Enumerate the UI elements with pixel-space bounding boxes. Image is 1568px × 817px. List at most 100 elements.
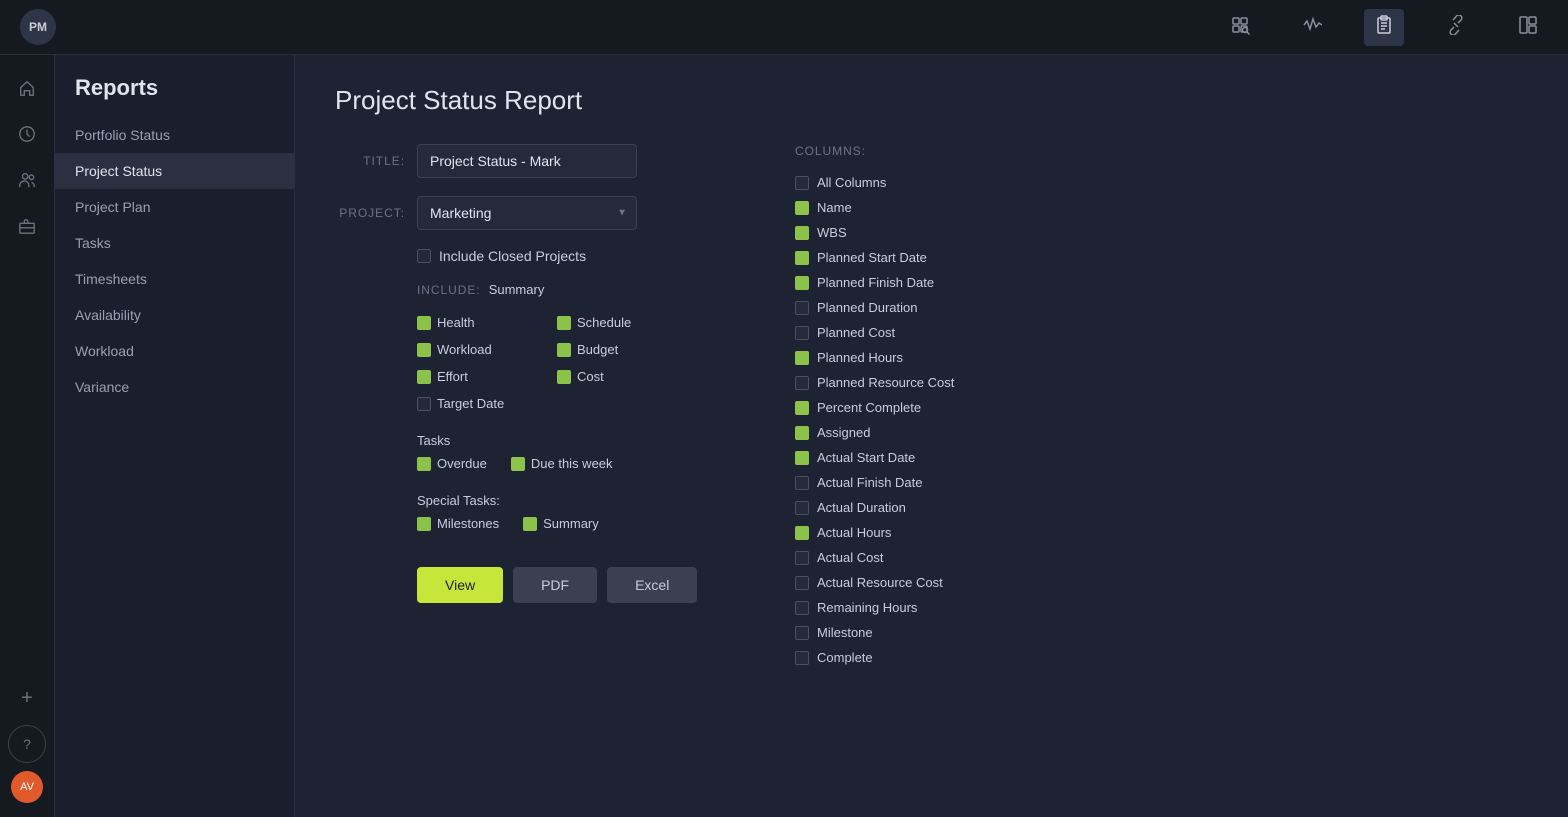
briefcase-nav[interactable]	[8, 207, 46, 245]
col-complete[interactable]: Complete	[795, 645, 1107, 670]
col-planned-duration[interactable]: Planned Duration	[795, 295, 1107, 320]
col-actual-cost[interactable]: Actual Cost	[795, 545, 1107, 570]
due-this-week-checkbox[interactable]	[511, 457, 525, 471]
col-all-columns[interactable]: All Columns	[795, 170, 1107, 195]
include-closed-checkbox[interactable]	[417, 249, 431, 263]
col-planned-finish-date-checkbox[interactable]	[795, 276, 809, 290]
col-actual-duration-checkbox[interactable]	[795, 501, 809, 515]
include-target-date: Target Date	[417, 396, 557, 411]
col-percent-complete[interactable]: Percent Complete	[795, 395, 1107, 420]
col-wbs-checkbox[interactable]	[795, 226, 809, 240]
col-planned-resource-cost-checkbox[interactable]	[795, 376, 809, 390]
include-closed-row[interactable]: Include Closed Projects	[335, 248, 755, 264]
col-assigned-checkbox[interactable]	[795, 426, 809, 440]
col-actual-finish-date[interactable]: Actual Finish Date	[795, 470, 1107, 495]
target-date-checkbox[interactable]	[417, 397, 431, 411]
waveform-icon[interactable]	[1292, 9, 1332, 46]
col-planned-duration-checkbox[interactable]	[795, 301, 809, 315]
link-icon[interactable]	[1436, 9, 1476, 46]
sidebar-item-variance[interactable]: Variance	[55, 369, 294, 405]
sidebar-item-project-status[interactable]: Project Status	[55, 153, 294, 189]
col-actual-hours-label: Actual Hours	[817, 525, 891, 540]
budget-label: Budget	[577, 342, 618, 357]
col-actual-resource-cost-checkbox[interactable]	[795, 576, 809, 590]
budget-checkbox[interactable]	[557, 343, 571, 357]
col-wbs[interactable]: WBS	[795, 220, 1107, 245]
milestones-checkbox[interactable]	[417, 517, 431, 531]
project-select[interactable]: Marketing Development Design Sales	[417, 196, 637, 230]
sidebar-title: Reports	[55, 75, 294, 117]
sidebar-item-project-plan[interactable]: Project Plan	[55, 189, 294, 225]
clock-nav[interactable]	[8, 115, 46, 153]
cost-checkbox[interactable]	[557, 370, 571, 384]
col-planned-hours-checkbox[interactable]	[795, 351, 809, 365]
col-actual-start-date-checkbox[interactable]	[795, 451, 809, 465]
topbar-icons	[1220, 9, 1548, 46]
col-milestone-checkbox[interactable]	[795, 626, 809, 640]
summary-checkbox[interactable]	[523, 517, 537, 531]
include-schedule: Schedule	[557, 315, 697, 330]
include-effort: Effort	[417, 369, 557, 384]
col-planned-finish-date[interactable]: Planned Finish Date	[795, 270, 1107, 295]
col-name-checkbox[interactable]	[795, 201, 809, 215]
target-date-label: Target Date	[437, 396, 504, 411]
col-actual-resource-cost[interactable]: Actual Resource Cost	[795, 570, 1107, 595]
workload-checkbox[interactable]	[417, 343, 431, 357]
sidebar-item-workload[interactable]: Workload	[55, 333, 294, 369]
col-actual-cost-checkbox[interactable]	[795, 551, 809, 565]
col-planned-start-date-label: Planned Start Date	[817, 250, 927, 265]
schedule-checkbox[interactable]	[557, 316, 571, 330]
col-actual-hours-checkbox[interactable]	[795, 526, 809, 540]
col-actual-finish-date-checkbox[interactable]	[795, 476, 809, 490]
col-all-columns-checkbox[interactable]	[795, 176, 809, 190]
col-planned-hours-label: Planned Hours	[817, 350, 903, 365]
columns-label: COLUMNS:	[795, 144, 1115, 158]
sidebar-item-portfolio-status[interactable]: Portfolio Status	[55, 117, 294, 153]
excel-button[interactable]: Excel	[607, 567, 697, 603]
effort-checkbox[interactable]	[417, 370, 431, 384]
include-due-this-week: Due this week	[511, 456, 613, 471]
col-planned-cost[interactable]: Planned Cost	[795, 320, 1107, 345]
app-logo[interactable]: PM	[20, 9, 56, 45]
col-name[interactable]: Name	[795, 195, 1107, 220]
overdue-label: Overdue	[437, 456, 487, 471]
project-row: PROJECT: Marketing Development Design Sa…	[335, 196, 755, 230]
col-assigned[interactable]: Assigned	[795, 420, 1107, 445]
sidebar-item-timesheets[interactable]: Timesheets	[55, 261, 294, 297]
col-assigned-label: Assigned	[817, 425, 870, 440]
col-remaining-hours-checkbox[interactable]	[795, 601, 809, 615]
users-nav[interactable]	[8, 161, 46, 199]
health-checkbox[interactable]	[417, 316, 431, 330]
col-planned-cost-checkbox[interactable]	[795, 326, 809, 340]
overdue-checkbox[interactable]	[417, 457, 431, 471]
columns-scroll[interactable]: All Columns Name WBS Planned Start Date	[795, 170, 1115, 670]
col-complete-checkbox[interactable]	[795, 651, 809, 665]
col-milestone[interactable]: Milestone	[795, 620, 1107, 645]
col-actual-hours[interactable]: Actual Hours	[795, 520, 1107, 545]
col-planned-resource-cost[interactable]: Planned Resource Cost	[795, 370, 1107, 395]
sidebar-item-availability[interactable]: Availability	[55, 297, 294, 333]
project-select-wrapper: Marketing Development Design Sales	[417, 196, 637, 230]
sidebar-item-tasks[interactable]: Tasks	[55, 225, 294, 261]
title-input[interactable]	[417, 144, 637, 178]
title-label: TITLE:	[335, 154, 405, 168]
col-planned-start-date-checkbox[interactable]	[795, 251, 809, 265]
topbar: PM	[0, 0, 1568, 55]
view-button[interactable]: View	[417, 567, 503, 603]
search-zoom-icon[interactable]	[1220, 9, 1260, 46]
col-remaining-hours[interactable]: Remaining Hours	[795, 595, 1107, 620]
col-percent-complete-label: Percent Complete	[817, 400, 921, 415]
clipboard-icon[interactable]	[1364, 9, 1404, 46]
help-nav[interactable]: ?	[8, 725, 46, 763]
home-nav[interactable]	[8, 69, 46, 107]
form-left: TITLE: PROJECT: Marketing Development De…	[335, 144, 755, 670]
split-icon[interactable]	[1508, 9, 1548, 46]
add-nav[interactable]: +	[8, 679, 46, 717]
col-actual-duration[interactable]: Actual Duration	[795, 495, 1107, 520]
col-actual-start-date[interactable]: Actual Start Date	[795, 445, 1107, 470]
col-planned-hours[interactable]: Planned Hours	[795, 345, 1107, 370]
col-percent-complete-checkbox[interactable]	[795, 401, 809, 415]
col-planned-start-date[interactable]: Planned Start Date	[795, 245, 1107, 270]
user-avatar[interactable]: AV	[11, 771, 43, 803]
pdf-button[interactable]: PDF	[513, 567, 597, 603]
